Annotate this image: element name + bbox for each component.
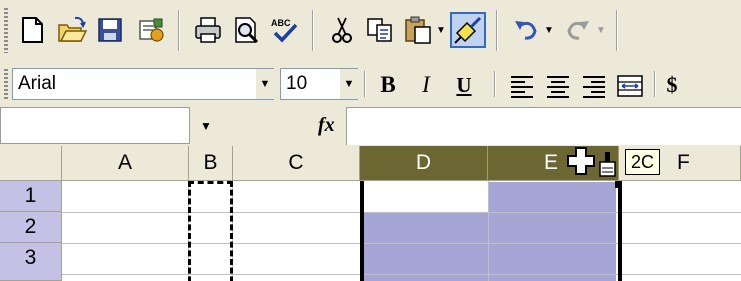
font-name-value: Arial — [18, 73, 57, 94]
undo-button[interactable] — [508, 12, 544, 48]
toolbar-separator — [178, 10, 180, 51]
open-folder-icon — [58, 16, 87, 42]
spelling-button[interactable]: ABC — [266, 12, 302, 48]
print-preview-button[interactable] — [228, 12, 264, 48]
save-button[interactable] — [92, 12, 128, 48]
copy-marquee-column-b — [188, 181, 233, 281]
svg-text:ABC: ABC — [271, 18, 291, 28]
redo-dropdown-arrow[interactable]: ▼ — [596, 12, 606, 48]
format-painter-button[interactable] — [450, 12, 486, 48]
bold-button[interactable]: B — [372, 71, 404, 99]
underline-button[interactable]: U — [448, 71, 480, 99]
redo-button[interactable] — [560, 12, 596, 48]
print-button[interactable] — [190, 12, 226, 48]
toolbar-separator — [364, 71, 366, 97]
save-icon — [98, 18, 122, 42]
copy-icon — [367, 18, 392, 42]
permission-button[interactable] — [132, 12, 168, 48]
redo-icon — [567, 21, 589, 40]
font-name-dropdown-arrow[interactable]: ▼ — [256, 69, 274, 99]
undo-dropdown-arrow[interactable]: ▼ — [544, 12, 554, 48]
open-button[interactable] — [54, 12, 90, 48]
toolbar-separator — [654, 71, 656, 97]
formula-input[interactable] — [346, 107, 741, 145]
new-icon — [22, 17, 43, 43]
fill-handle[interactable] — [615, 181, 622, 188]
row-header-3[interactable]: 3 — [0, 243, 62, 281]
toolbar-separator — [494, 71, 496, 97]
print-preview-icon — [235, 17, 259, 44]
standard-toolbar: ABC ▼ ▼ ▼ — [0, 0, 741, 61]
toolbar-grip[interactable] — [4, 8, 8, 53]
column-header-b[interactable]: B — [189, 146, 233, 181]
paste-icon — [405, 16, 431, 44]
selection-size-tooltip: 2C — [625, 149, 661, 175]
merge-and-center-icon[interactable] — [616, 73, 644, 99]
spreadsheet-grid: A B C D E F 1 2 3 2C — [0, 146, 741, 281]
toolbar-separator — [312, 10, 314, 51]
column-header-d[interactable]: D — [360, 146, 488, 181]
print-icon — [195, 17, 221, 43]
font-size-dropdown-arrow[interactable]: ▼ — [340, 69, 358, 99]
permission-icon — [139, 18, 164, 42]
format-painter-cursor-icon — [567, 147, 616, 177]
column-header-a[interactable]: A — [62, 146, 189, 181]
column-header-c[interactable]: C — [233, 146, 360, 181]
font-size-value: 10 — [286, 73, 308, 94]
name-box-dropdown-arrow[interactable]: ▼ — [200, 119, 212, 133]
toolbar-grip[interactable] — [4, 69, 8, 99]
paste-dropdown-arrow[interactable]: ▼ — [436, 12, 446, 48]
toolbar-separator — [616, 10, 618, 51]
align-left-icon[interactable] — [508, 73, 536, 99]
formula-bar: ▼ fx — [0, 107, 741, 146]
align-center-icon[interactable] — [544, 73, 572, 99]
format-painter-icon — [454, 16, 482, 44]
selection-border — [360, 181, 622, 281]
cut-icon — [332, 17, 352, 43]
font-name-combo[interactable]: Arial — [12, 68, 274, 100]
italic-button[interactable]: I — [410, 71, 442, 99]
formatting-toolbar: Arial ▼ 10 ▼ B I U $ — [0, 61, 741, 107]
cut-button[interactable] — [324, 12, 360, 48]
spelling-icon: ABC — [271, 18, 298, 43]
toolbar-separator — [496, 10, 498, 51]
currency-button[interactable]: $ — [662, 71, 682, 99]
select-all-corner[interactable] — [0, 146, 62, 181]
new-button[interactable] — [14, 12, 50, 48]
copy-button[interactable] — [362, 12, 398, 48]
name-box[interactable] — [0, 107, 190, 144]
align-right-icon[interactable] — [580, 73, 608, 99]
row-header-2[interactable]: 2 — [0, 212, 62, 243]
insert-function-icon[interactable]: fx — [318, 114, 335, 137]
paste-button[interactable] — [400, 12, 436, 48]
undo-icon — [515, 21, 537, 40]
row-header-1[interactable]: 1 — [0, 181, 62, 212]
